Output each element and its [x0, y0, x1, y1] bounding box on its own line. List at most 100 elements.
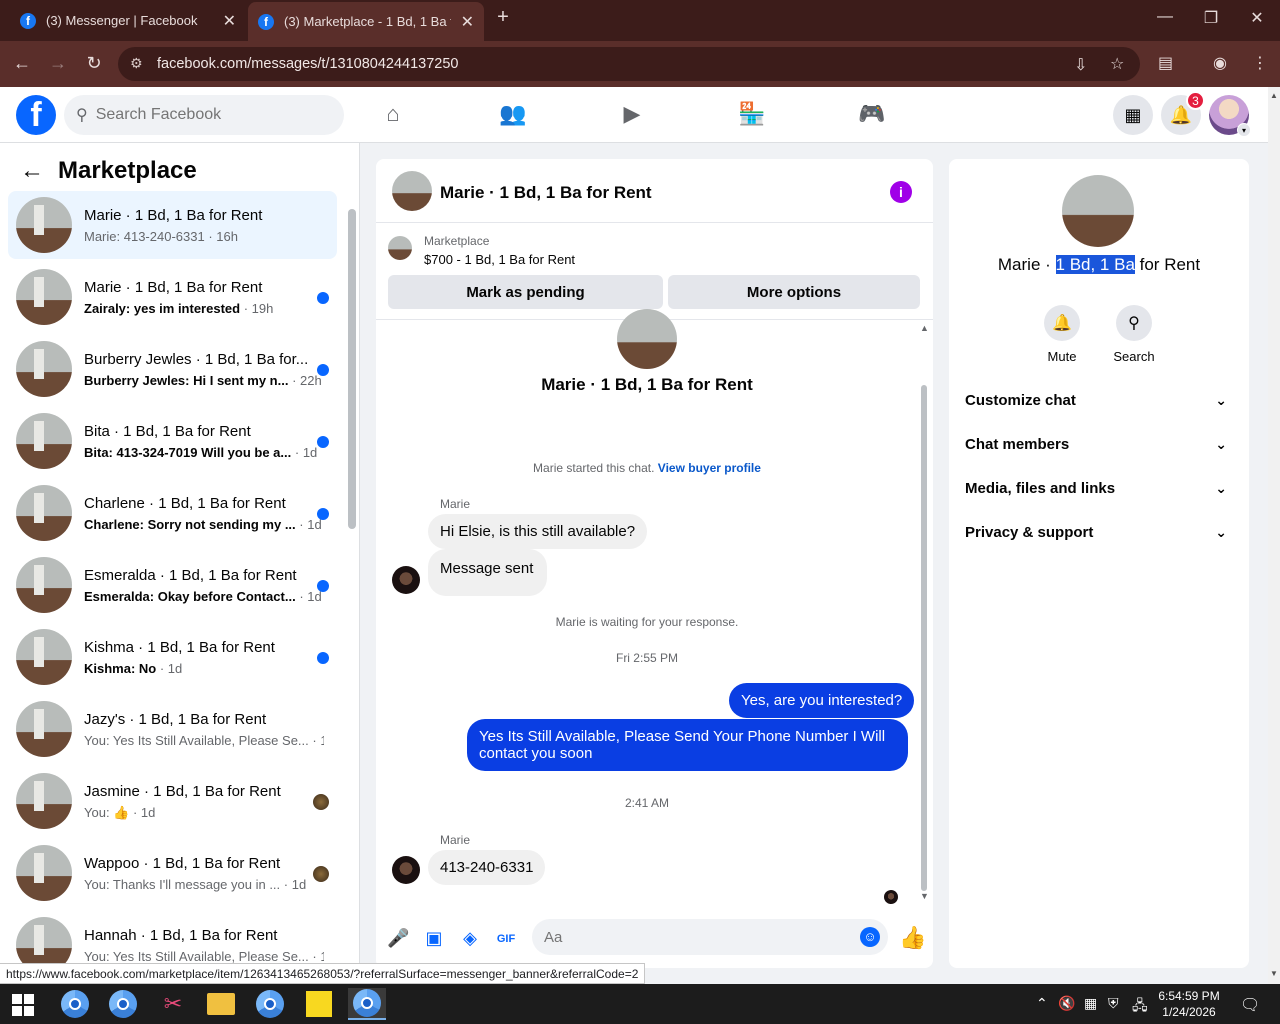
outgoing-message[interactable]: Yes, are you interested? — [729, 683, 915, 718]
file-explorer-icon[interactable] — [202, 988, 240, 1020]
scrollbar-thumb[interactable] — [921, 385, 927, 891]
conversation-item[interactable]: Jasmine · 1 Bd, 1 Ba for Rent You: 👍 · 1d — [8, 767, 337, 835]
close-window-button[interactable]: ✕ — [1242, 8, 1272, 28]
section-media-files-links[interactable]: Media, files and links ⌄ — [957, 466, 1241, 510]
search-input[interactable] — [95, 106, 316, 124]
forward-arrow-icon[interactable]: → — [46, 53, 70, 74]
profile-icon[interactable]: ◉ — [1213, 53, 1227, 73]
security-icon[interactable]: ⛨ — [1108, 995, 1119, 1012]
tab-messenger[interactable]: f (3) Messenger | Facebook ✕ — [10, 4, 246, 37]
close-tab-icon[interactable]: ✕ — [461, 12, 474, 32]
side-panel-icon[interactable]: ▤ — [1158, 53, 1173, 73]
back-arrow-icon[interactable]: ← — [20, 157, 44, 185]
section-customize-chat[interactable]: Customize chat ⌄ — [957, 378, 1241, 422]
conversation-item[interactable]: Marie · 1 Bd, 1 Ba for Rent Zairaly: yes … — [8, 263, 337, 331]
minimize-button[interactable]: — — [1150, 8, 1180, 26]
sidebar-scrollbar[interactable] — [347, 199, 357, 979]
tab-marketplace[interactable]: f (3) Marketplace - 1 Bd, 1 Ba for Rent … — [248, 2, 484, 41]
photo-icon[interactable]: ▣ — [423, 928, 445, 950]
listing-thumbnail[interactable] — [388, 236, 412, 260]
scroll-up-arrow-icon[interactable]: ▲ — [920, 323, 929, 333]
chrome-taskbar-icon[interactable] — [56, 988, 94, 1020]
install-app-icon[interactable]: ⇩ — [1074, 55, 1087, 75]
clock-time: 6:54:59 PM — [1158, 989, 1220, 1003]
menu-dots-icon[interactable]: ⋮ — [1252, 53, 1268, 73]
conversation-item[interactable]: Bita · 1 Bd, 1 Ba for Rent Bita: 413-324-… — [8, 407, 337, 475]
chrome-taskbar-icon[interactable] — [104, 988, 142, 1020]
conversation-item[interactable]: Jazy's · 1 Bd, 1 Ba for Rent You: Yes Its… — [8, 695, 337, 763]
scrollbar-thumb[interactable] — [348, 209, 356, 529]
preview-time: · 1d — [132, 805, 156, 820]
message-input[interactable] — [532, 919, 888, 955]
profile-avatar[interactable]: ▾ — [1209, 95, 1251, 137]
menu-grid-icon[interactable]: ▦ — [1113, 95, 1153, 135]
conversation-item[interactable]: Esmeralda · 1 Bd, 1 Ba for Rent Esmeralda… — [8, 551, 337, 619]
chat-avatar[interactable] — [392, 171, 432, 211]
unread-dot — [317, 364, 329, 376]
more-options-button[interactable]: More options — [668, 275, 920, 309]
sticker-icon[interactable]: ◈ — [459, 928, 481, 950]
chrome-profile-taskbar-icon[interactable] — [251, 988, 289, 1020]
sticky-notes-icon[interactable] — [300, 988, 338, 1020]
new-tab-button[interactable]: + — [488, 6, 518, 29]
incoming-message[interactable]: Message sent — [428, 549, 548, 596]
outgoing-message[interactable]: Yes Its Still Available, Please Send You… — [467, 719, 908, 771]
friends-icon[interactable]: 👥 — [493, 101, 533, 129]
chat-title[interactable]: Marie · 1 Bd, 1 Ba for Rent — [440, 183, 652, 203]
marketplace-icon[interactable]: 🏪 — [732, 101, 772, 129]
mute-button[interactable]: 🔔 Mute — [1032, 305, 1092, 364]
home-icon[interactable]: ⌂ — [373, 101, 413, 129]
sender-avatar[interactable] — [392, 856, 420, 884]
notifications-bell-icon[interactable]: 🔔 3 — [1161, 91, 1205, 135]
notification-center-icon[interactable]: 🗨 — [1240, 995, 1260, 1015]
back-arrow-icon[interactable]: ← — [10, 53, 34, 74]
like-thumb-icon[interactable]: 👍 — [899, 925, 926, 950]
show-hidden-icons-icon[interactable]: ⌃ — [1036, 995, 1048, 1012]
gif-icon[interactable]: GIF — [495, 928, 517, 950]
facebook-logo-icon[interactable]: f — [16, 95, 56, 135]
snipping-tool-icon[interactable]: ✂ — [154, 988, 192, 1020]
mark-as-pending-button[interactable]: Mark as pending — [388, 275, 663, 309]
facebook-search[interactable]: ⚲ — [64, 95, 344, 135]
site-settings-icon[interactable]: ⚙ — [130, 55, 143, 72]
system-clock[interactable]: 6:54:59 PM 1/24/2026 — [1150, 988, 1228, 1020]
address-bar[interactable]: ⚙ facebook.com/messages/t/13108042441372… — [118, 47, 1140, 81]
view-buyer-profile-link[interactable]: View buyer profile — [658, 461, 761, 475]
windows-start-icon[interactable] — [12, 994, 34, 1016]
conversation-item[interactable]: Kishma · 1 Bd, 1 Ba for Rent Kishma: No ·… — [8, 623, 337, 691]
messages-scrollbar[interactable]: ▲ ▼ — [918, 323, 930, 901]
conversation-item[interactable]: Marie · 1 Bd, 1 Ba for Rent Marie: 413-24… — [8, 191, 337, 259]
page-scrollbar[interactable]: ▲ ▼ — [1268, 87, 1280, 984]
section-chat-members[interactable]: Chat members ⌄ — [957, 422, 1241, 466]
info-avatar[interactable] — [1062, 175, 1134, 247]
scroll-up-arrow-icon[interactable]: ▲ — [1270, 91, 1278, 100]
chrome-active-taskbar-icon[interactable] — [348, 988, 386, 1020]
search-button[interactable]: ⚲ Search — [1104, 305, 1164, 364]
maximize-button[interactable]: ❐ — [1196, 8, 1226, 28]
emoji-icon[interactable]: ☺ — [860, 927, 880, 947]
scroll-down-arrow-icon[interactable]: ▼ — [1270, 969, 1278, 978]
sender-avatar[interactable] — [392, 566, 420, 594]
bookmark-star-icon[interactable]: ☆ — [1110, 54, 1124, 74]
chat-panel: Marie · 1 Bd, 1 Ba for Rent i Marketplac… — [376, 159, 933, 968]
volume-muted-icon[interactable]: 🔇 — [1058, 995, 1075, 1012]
incoming-message[interactable]: Hi Elsie, is this still available? — [428, 514, 648, 549]
network-icon[interactable]: 🖧 — [1132, 995, 1148, 1019]
conversation-preview: You: 👍 · 1d — [84, 805, 324, 821]
scroll-down-arrow-icon[interactable]: ▼ — [920, 891, 929, 901]
conversation-item[interactable]: Wappoo · 1 Bd, 1 Ba for Rent You: Thanks … — [8, 839, 337, 907]
listing-price[interactable]: $700 - 1 Bd, 1 Ba for Rent — [424, 252, 575, 267]
microphone-icon[interactable]: 🎤 — [387, 928, 409, 950]
intro-avatar[interactable] — [617, 309, 677, 369]
conversation-item[interactable]: Burberry Jewles · 1 Bd, 1 Ba for... Burbe… — [8, 335, 337, 403]
tray-app-icon[interactable]: ▦ — [1084, 995, 1097, 1012]
gaming-icon[interactable]: 🎮 — [852, 101, 892, 129]
conversation-info-panel: Marie · 1 Bd, 1 Ba for Rent 🔔 Mute ⚲ Sea… — [949, 159, 1249, 968]
section-privacy-support[interactable]: Privacy & support ⌄ — [957, 510, 1241, 554]
close-tab-icon[interactable]: ✕ — [223, 11, 236, 31]
incoming-message[interactable]: 413-240-6331 — [428, 850, 546, 885]
video-icon[interactable]: ▶ — [612, 101, 652, 129]
conversation-item[interactable]: Charlene · 1 Bd, 1 Ba for Rent Charlene: … — [8, 479, 337, 547]
reload-icon[interactable]: ↻ — [82, 53, 106, 74]
info-icon[interactable]: i — [890, 181, 912, 203]
